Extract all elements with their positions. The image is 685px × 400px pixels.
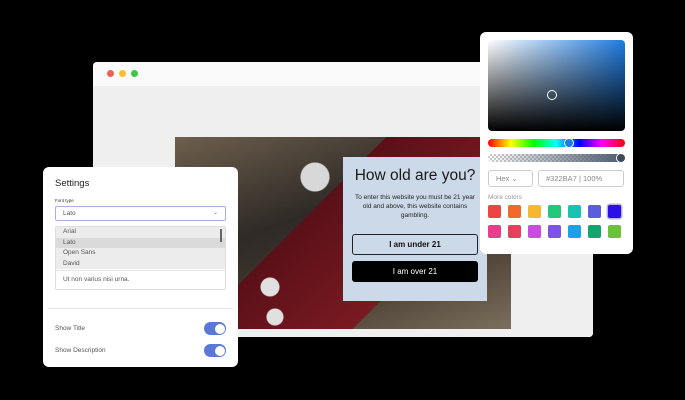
hex-value: #322BA7 (546, 174, 577, 183)
hue-handle[interactable] (564, 138, 574, 148)
settings-panel: Settings Font type Lato ⌄ Arial Lato Open… (43, 167, 238, 367)
font-option[interactable]: Arial (56, 227, 225, 238)
font-options-list[interactable]: Arial Lato Open Sans David Ut non varius… (55, 226, 226, 290)
hex-input[interactable]: #322BA7 | 100% (538, 170, 624, 187)
color-swatch[interactable] (548, 225, 561, 238)
color-swatch[interactable] (488, 205, 501, 218)
color-swatch[interactable] (588, 225, 601, 238)
font-type-label: Font type (55, 198, 74, 203)
close-dot[interactable] (107, 70, 114, 77)
popup-text: To enter this website you must be 21 yea… (355, 194, 475, 219)
more-colors-label: More colors (488, 194, 522, 201)
format-value: Hex (496, 174, 510, 183)
color-picker: Hex ⌄ #322BA7 | 100% More colors (480, 32, 633, 254)
divider (48, 308, 233, 309)
color-swatch[interactable] (568, 225, 581, 238)
show-title-row: Show Title (55, 322, 226, 336)
chevron-down-icon: ⌄ (511, 174, 518, 183)
opacity-handle[interactable] (616, 153, 626, 163)
opacity-value: 100% (583, 174, 603, 183)
color-swatch[interactable] (608, 205, 621, 218)
swatch-grid (488, 205, 625, 238)
hue-slider[interactable] (488, 138, 625, 148)
color-swatch[interactable] (508, 225, 521, 238)
under-21-button[interactable]: I am under 21 (352, 234, 478, 255)
opacity-slider[interactable] (488, 153, 626, 163)
maximize-dot[interactable] (131, 70, 138, 77)
show-title-toggle[interactable] (204, 322, 226, 335)
age-verification-popup: How old are you? To enter this website y… (343, 157, 487, 301)
color-swatch[interactable] (528, 225, 541, 238)
settings-title: Settings (55, 178, 90, 189)
font-option[interactable]: David (56, 258, 225, 269)
font-value: Lato (63, 210, 76, 217)
show-description-row: Show Description (55, 344, 226, 358)
over-21-button[interactable]: I am over 21 (352, 261, 478, 282)
chevron-down-icon: ⌄ (212, 210, 218, 216)
color-swatch[interactable] (568, 205, 581, 218)
font-option[interactable]: Lato (56, 237, 225, 248)
show-description-label: Show Description (55, 347, 106, 354)
color-swatch[interactable] (508, 205, 521, 218)
color-swatch[interactable] (488, 225, 501, 238)
color-swatch[interactable] (548, 205, 561, 218)
font-option[interactable]: Open Sans (56, 248, 225, 259)
saturation-handle[interactable] (547, 90, 557, 100)
color-swatch[interactable] (588, 205, 601, 218)
popup-title: How old are you? (354, 167, 476, 184)
scrollbar[interactable] (220, 229, 222, 242)
show-description-toggle[interactable] (204, 344, 226, 357)
color-swatch[interactable] (608, 225, 621, 238)
minimize-dot[interactable] (119, 70, 126, 77)
saturation-area[interactable] (488, 40, 625, 131)
text-area[interactable]: Ut non varius nisi urna. (56, 270, 225, 289)
format-select[interactable]: Hex ⌄ (488, 170, 533, 187)
show-title-label: Show Title (55, 325, 85, 332)
color-swatch[interactable] (528, 205, 541, 218)
font-type-select[interactable]: Lato ⌄ (55, 206, 226, 221)
